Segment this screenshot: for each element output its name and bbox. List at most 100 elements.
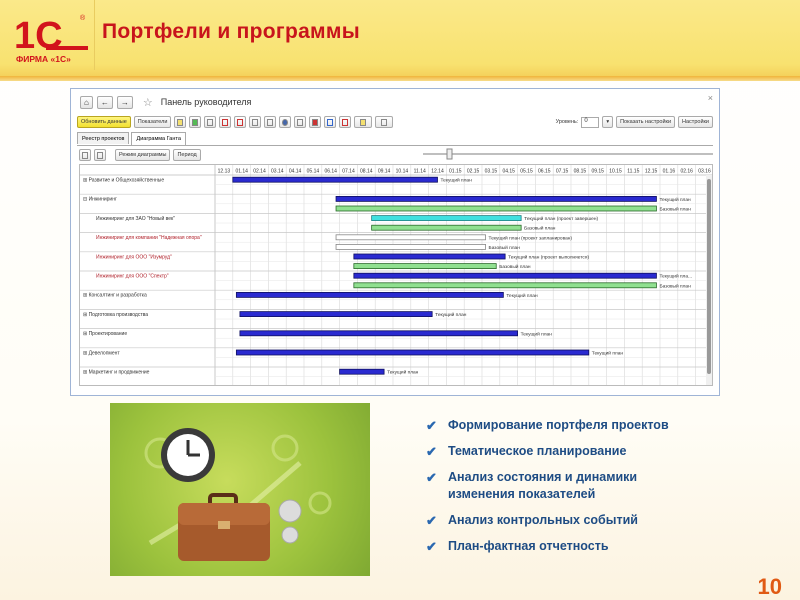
toolbar-icon-7[interactable] — [264, 116, 277, 128]
forward-button[interactable]: → — [116, 95, 133, 109]
gantt-bar-current — [235, 349, 590, 356]
gantt-bar-base — [353, 263, 497, 269]
month-label: 12.15 — [645, 169, 658, 175]
toolbar-icon-9[interactable] — [294, 116, 307, 128]
check-icon: ✔ — [426, 513, 437, 528]
toolbar-icon-13[interactable] — [354, 116, 373, 128]
toolbar-icon-5[interactable] — [234, 116, 247, 128]
toolbar-icon-4[interactable] — [219, 116, 232, 128]
1c-logo: 1C ® ФИРМА «1С» — [14, 14, 88, 64]
diagram-mode-button[interactable]: Режим диаграммы — [115, 149, 171, 161]
toolbar-icon-8[interactable] — [279, 116, 292, 128]
toolbar-icon-3[interactable] — [204, 116, 217, 128]
gantt-chart: 12.13 01.14 02.14 03.14 04.14 05.14 06.14 07.14… — [79, 164, 713, 386]
bar-label: Текущий план — [387, 369, 419, 376]
vertical-scrollbar[interactable] — [706, 175, 712, 385]
page-number: 10 — [757, 574, 782, 599]
paste-icon[interactable] — [94, 149, 106, 161]
slide-title: Портфели и программы — [102, 20, 360, 43]
gantt-bar-done — [371, 215, 522, 221]
toolbar-icon-10[interactable] — [309, 116, 322, 128]
bar-label: Текущий план — [441, 177, 473, 184]
toolbar-icon-1[interactable] — [174, 116, 187, 128]
favorite-star-icon[interactable]: ☆ — [143, 96, 153, 109]
month-label: 04.15 — [502, 169, 515, 175]
toolbar-icon-11[interactable] — [324, 116, 337, 128]
bar-label: Текущий план (проект завершен) — [524, 215, 598, 222]
toolbar-right: Уровень: 0 ▾ Показать настройки Настройк… — [556, 116, 713, 128]
gantt-bar-base — [371, 224, 522, 231]
level-label: Уровень: — [555, 119, 579, 125]
toolbar-icon-6[interactable] — [249, 116, 262, 128]
row-label: Инжиниринг для компании "Надежная опора" — [96, 235, 202, 241]
list-item: ✔ План-фактная отчетность — [426, 538, 688, 555]
list-item-text: План-фактная отчетность — [448, 539, 609, 553]
toolbar-icon-2[interactable] — [189, 116, 202, 128]
gantt-bar-current — [239, 330, 518, 337]
month-label: 06.14 — [324, 169, 337, 175]
tab-project-registry[interactable]: Реестр проектов — [77, 132, 130, 144]
check-icon: ✔ — [426, 539, 437, 554]
bar-label: Текущий пла... — [659, 273, 692, 280]
gantt-toolbar: Режим диаграммы Период — [79, 149, 201, 161]
tab-gantt-chart[interactable]: Диаграмма Ганта — [131, 132, 186, 145]
svg-text:ФИРМА «1С»: ФИРМА «1С» — [16, 54, 71, 64]
clock-icon — [161, 428, 215, 482]
gantt-bar-current — [339, 368, 385, 375]
row-label: ⊞ Маркетинг и продвижение — [83, 370, 150, 376]
month-label: 07.14 — [342, 169, 355, 175]
bar-label: Текущий план (проект запланирован) — [489, 234, 573, 241]
list-item-text: Тематическое планирование — [448, 444, 627, 458]
indicators-button[interactable]: Показатели — [133, 116, 172, 128]
logo-separator — [94, 0, 95, 70]
gantt-bar-current — [232, 176, 438, 183]
row-label: Инжиниринг для ЗАО "Новый век" — [96, 215, 175, 222]
month-label: 12.14 — [431, 169, 444, 175]
level-input[interactable]: 0 — [581, 116, 600, 128]
gantt-bar-planned — [335, 234, 486, 241]
refresh-data-button[interactable]: Обновить данные — [77, 116, 131, 128]
scale-slider[interactable] — [423, 146, 713, 162]
month-label: 12.13 — [218, 169, 231, 175]
briefcase-icon — [178, 493, 270, 561]
bar-label: Текущий план — [521, 330, 553, 337]
toolbar-icon-14[interactable] — [375, 116, 394, 128]
row-label: ⊟ Инжиниринг — [83, 197, 117, 203]
row-label: Инжиниринг для ООО "Изумруд" — [96, 254, 172, 260]
svg-text:1C: 1C — [14, 15, 63, 57]
period-button[interactable]: Период — [173, 149, 201, 161]
back-button[interactable]: ← — [96, 95, 113, 109]
bar-label: Базовый план — [524, 225, 556, 232]
list-item: ✔ Тематическое планирование — [426, 443, 688, 460]
close-icon[interactable]: × — [708, 93, 713, 103]
list-item-text: Анализ контрольных событий — [448, 513, 638, 527]
month-label: 02.16 — [680, 169, 693, 175]
app-screenshot: ⌂ ← → ☆ Панель руководителя × Обновить д… — [70, 88, 720, 396]
gantt-bar-current — [335, 195, 657, 202]
month-label: 06.15 — [538, 169, 551, 175]
feature-list: ✔ Формирование портфеля проектов ✔ Тематич… — [426, 417, 688, 564]
copy-icon[interactable] — [79, 149, 91, 161]
list-item: ✔ Формирование портфеля проектов — [426, 417, 688, 434]
gantt-bar-planned — [335, 244, 486, 250]
month-label: 09.14 — [378, 169, 391, 175]
show-settings-button[interactable]: Показать настройки — [616, 116, 676, 128]
month-label: 03.15 — [485, 169, 498, 175]
bar-label: Текущий план — [659, 196, 691, 203]
month-label: 05.14 — [307, 169, 320, 175]
list-item: ✔ Анализ контрольных событий — [426, 512, 688, 529]
bar-label: Базовый план — [659, 282, 691, 289]
level-dropdown-button[interactable]: ▾ — [602, 116, 614, 128]
gantt-bar-current — [353, 272, 657, 279]
month-label: 11.15 — [627, 169, 639, 175]
home-button[interactable]: ⌂ — [80, 95, 93, 109]
list-item-text: Формирование портфеля проектов — [448, 418, 669, 432]
bar-label: Базовый план — [489, 244, 521, 251]
month-label: 08.14 — [360, 169, 373, 175]
month-label: 05.15 — [520, 169, 533, 175]
toolbar-icon-12[interactable] — [339, 116, 352, 128]
month-label: 08.15 — [574, 169, 587, 175]
gear-icon-silver — [278, 499, 302, 544]
illustration-clock-briefcase — [110, 403, 370, 576]
settings-button[interactable]: Настройки — [678, 116, 713, 128]
